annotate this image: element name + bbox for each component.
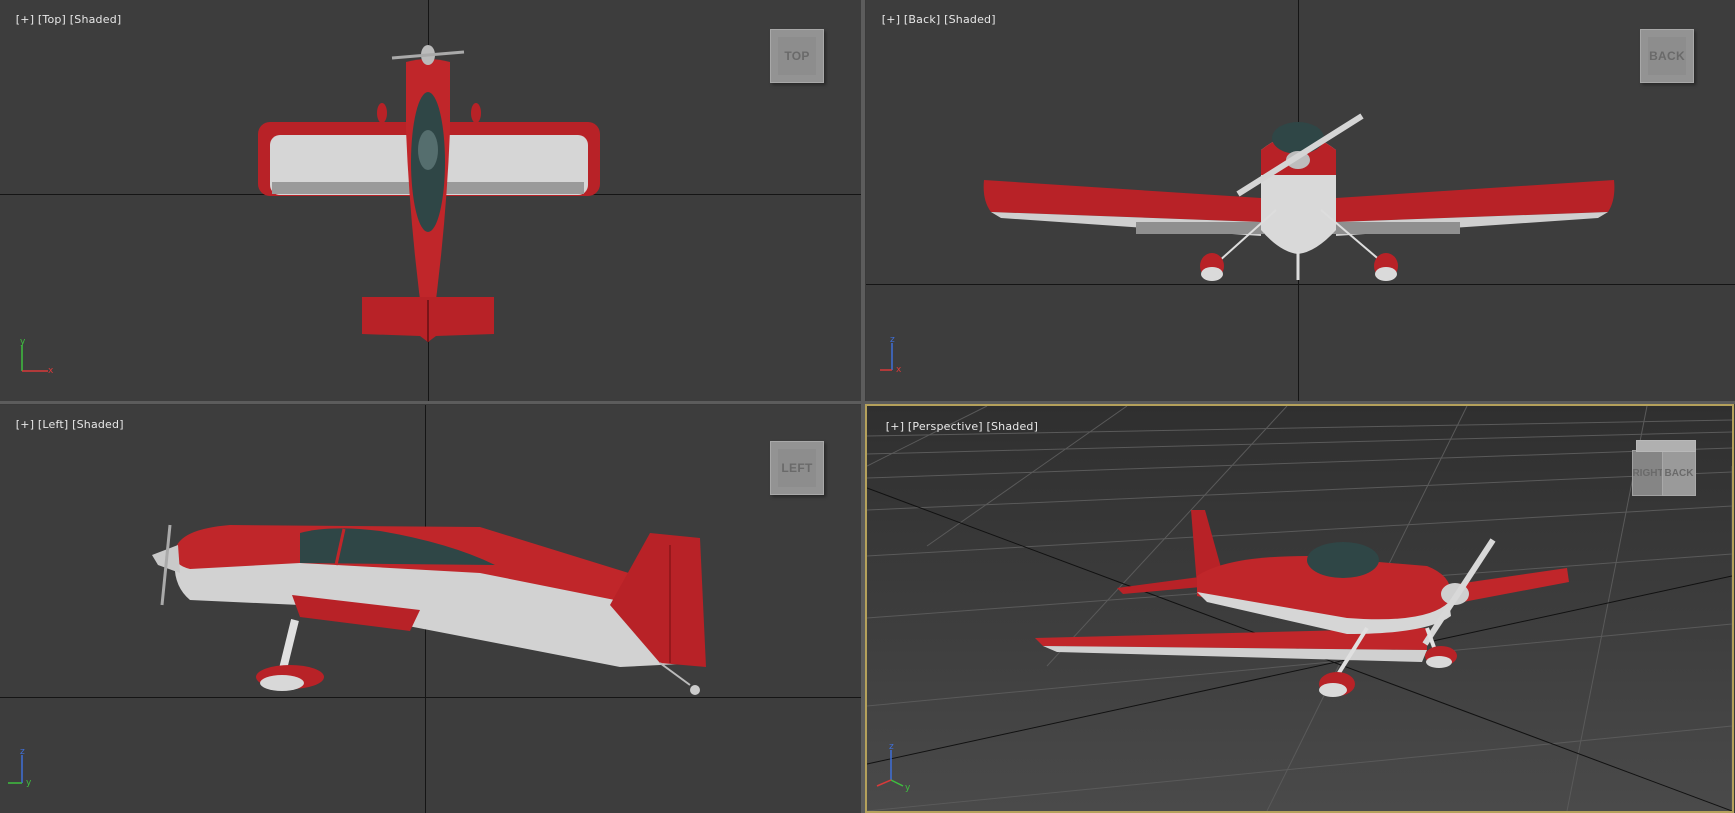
axis-tripod-icon: z x (880, 335, 902, 375)
viewport-shading-menu[interactable]: [Shaded] (72, 418, 124, 431)
viewport-menu-plus[interactable]: [+] (16, 13, 34, 26)
viewport-divider-horizontal[interactable] (0, 401, 1735, 404)
viewport-menu-plus[interactable]: [+] (16, 418, 34, 431)
axis-label-y: y (905, 783, 911, 793)
viewport-perspective[interactable]: RIGHT BACK z y [+] [Perspective] [Shaded… (865, 404, 1734, 813)
axis-label-x: x (48, 366, 54, 376)
viewport-menu-plus[interactable]: [+] (882, 13, 900, 26)
axis-label-z: z (20, 747, 25, 757)
axis-label-y: y (20, 337, 26, 347)
viewport-shading-menu[interactable]: [Shaded] (944, 13, 996, 26)
viewport-menu-plus[interactable]: [+] (886, 420, 904, 433)
axis-label-z: z (889, 742, 894, 752)
viewport-divider-vertical[interactable] (861, 0, 865, 813)
viewport-shading-menu[interactable]: [Shaded] (70, 13, 122, 26)
viewport-back[interactable]: BACK z x [+] [Back] [Shaded] (866, 0, 1735, 401)
viewport-label-perspective: [+] [Perspective] [Shaded] (871, 407, 1038, 446)
viewport-shading-menu[interactable]: [Shaded] (987, 420, 1039, 433)
viewport-view-menu[interactable]: [Perspective] (908, 420, 983, 433)
axis-tripod-icon: z y (876, 742, 911, 793)
axis-label-y: y (26, 778, 32, 788)
viewport-view-menu[interactable]: [Top] (38, 13, 66, 26)
axis-label-z: z (890, 335, 895, 345)
viewport-top[interactable]: TOP y x [+] [Top] [Shaded] (0, 0, 861, 401)
axis-tripod-icon: y x (20, 337, 54, 376)
viewport-view-menu[interactable]: [Back] (904, 13, 941, 26)
viewport-label-left: [+] [Left] [Shaded] (1, 405, 124, 444)
axis-label-x: x (896, 365, 902, 375)
viewport-label-back: [+] [Back] [Shaded] (867, 0, 996, 39)
axis-tripod-icon: z y (8, 747, 32, 788)
viewport-label-top: [+] [Top] [Shaded] (1, 0, 121, 39)
viewport-left[interactable]: LEFT z y [+] [Left] [Shaded] (0, 405, 861, 813)
viewport-view-menu[interactable]: [Left] (38, 418, 68, 431)
